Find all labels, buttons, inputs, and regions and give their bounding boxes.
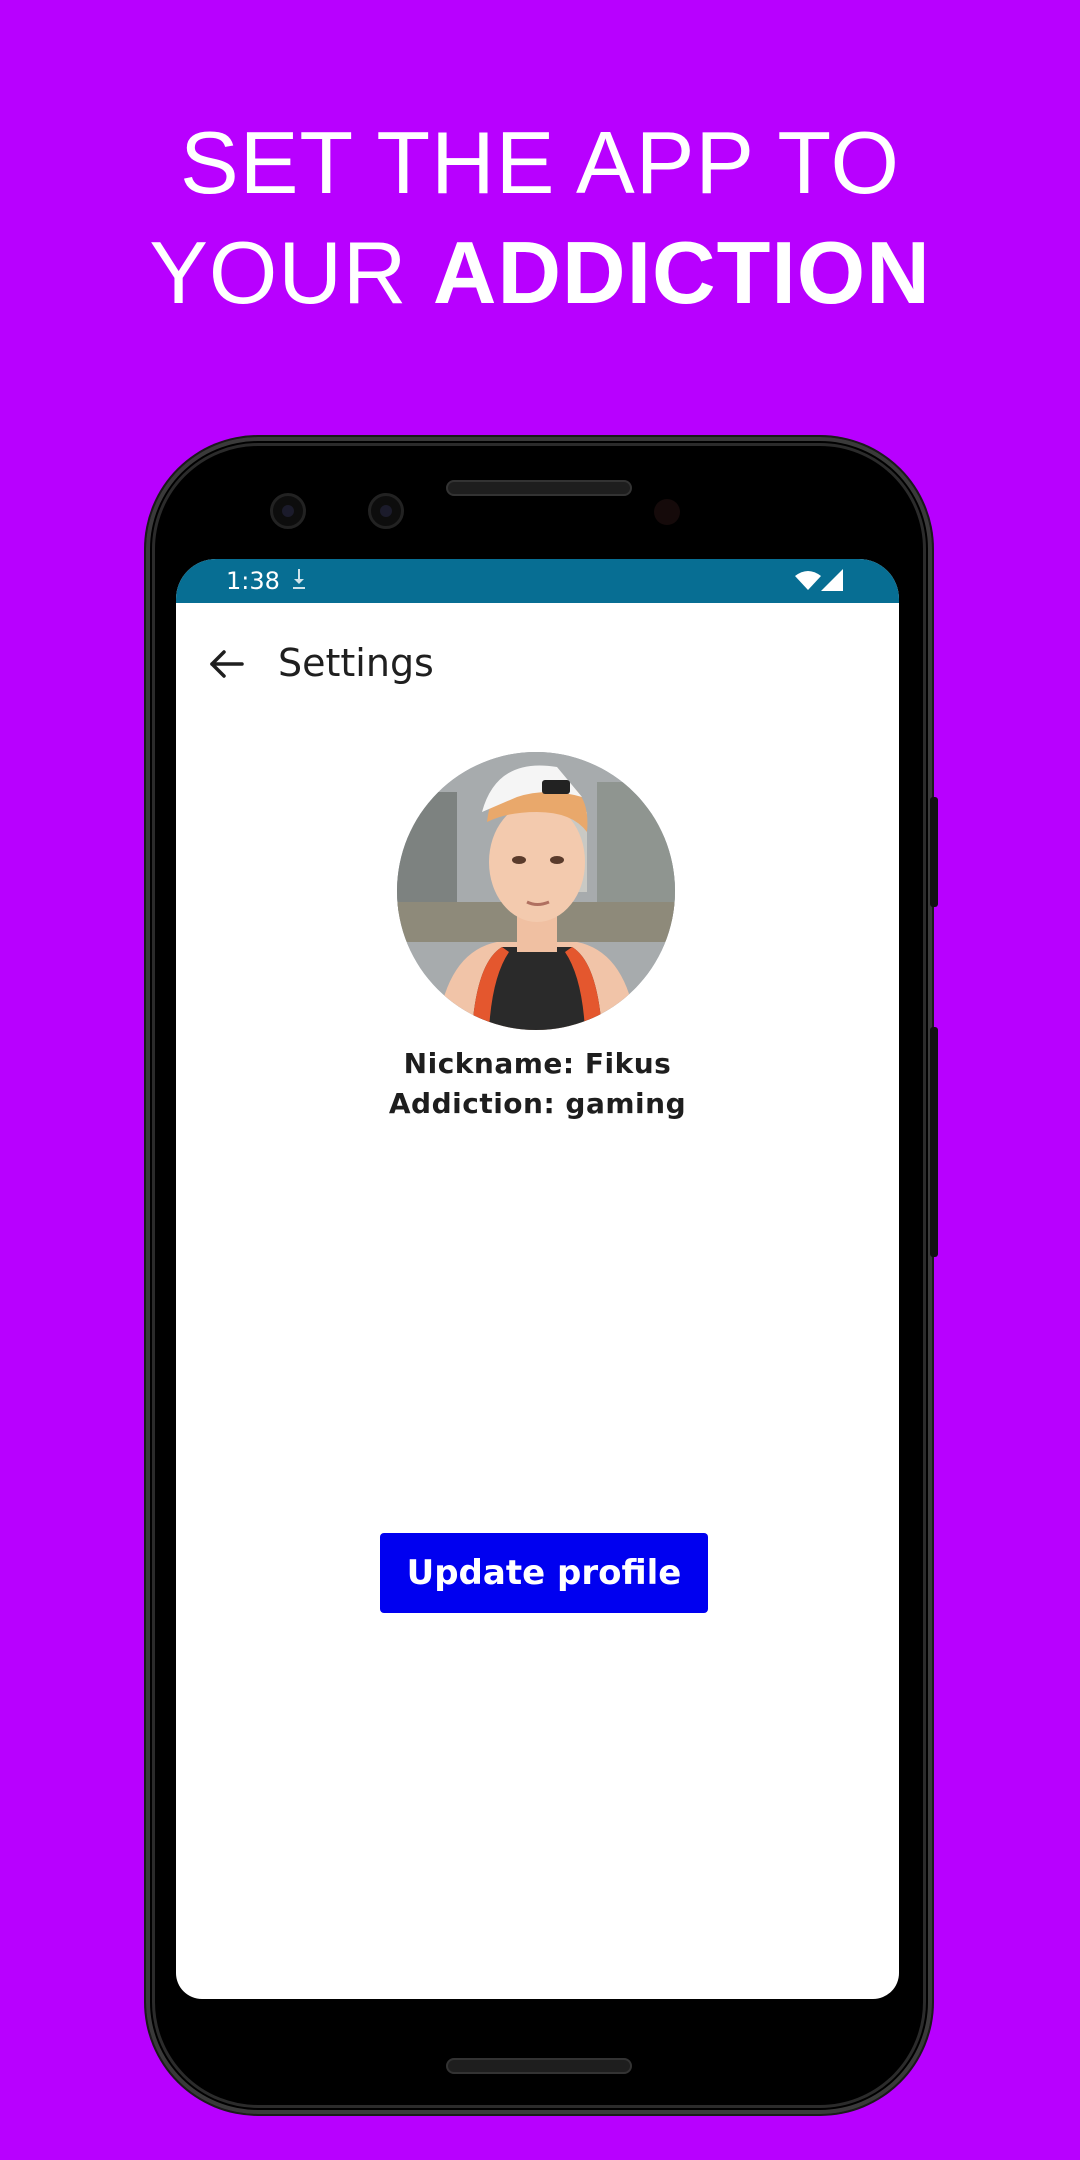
proximity-sensor (654, 499, 680, 525)
profile-photo (397, 752, 675, 1030)
update-profile-button[interactable]: Update profile (380, 1533, 708, 1613)
status-bar: 1:38 (176, 559, 899, 603)
front-camera-secondary-icon (368, 493, 404, 529)
bottom-speaker (446, 2058, 632, 2074)
promo-line-1: SET THE APP TO (180, 113, 900, 212)
app-screen: 1:38 Settings Nickname: Fikus Addiction:… (176, 559, 899, 1999)
nickname-text: Nickname: Fikus (403, 1047, 672, 1080)
download-icon (293, 569, 305, 589)
phone-frame: 1:38 Settings Nickname: Fikus Addiction:… (146, 437, 938, 2114)
promo-line-2-bold: ADDICTION (432, 223, 931, 322)
promo-line-2: YOUR ADDICTION (0, 218, 1080, 328)
wifi-icon (795, 571, 821, 590)
cellular-signal-icon (821, 569, 843, 591)
avatar (397, 752, 675, 1030)
volume-button (930, 1027, 938, 1257)
app-bar: Settings (176, 603, 899, 723)
page-title: Settings (278, 641, 434, 685)
addiction-text: Addiction: gaming (388, 1087, 687, 1120)
promo-line-2-regular: YOUR (149, 223, 408, 322)
promo-headline: SET THE APP TO YOUR ADDICTION (0, 108, 1080, 328)
arrow-back-icon[interactable] (206, 643, 248, 685)
front-camera-icon (270, 493, 306, 529)
power-button (930, 797, 938, 907)
status-time: 1:38 (226, 567, 280, 595)
earpiece-speaker (446, 480, 632, 496)
